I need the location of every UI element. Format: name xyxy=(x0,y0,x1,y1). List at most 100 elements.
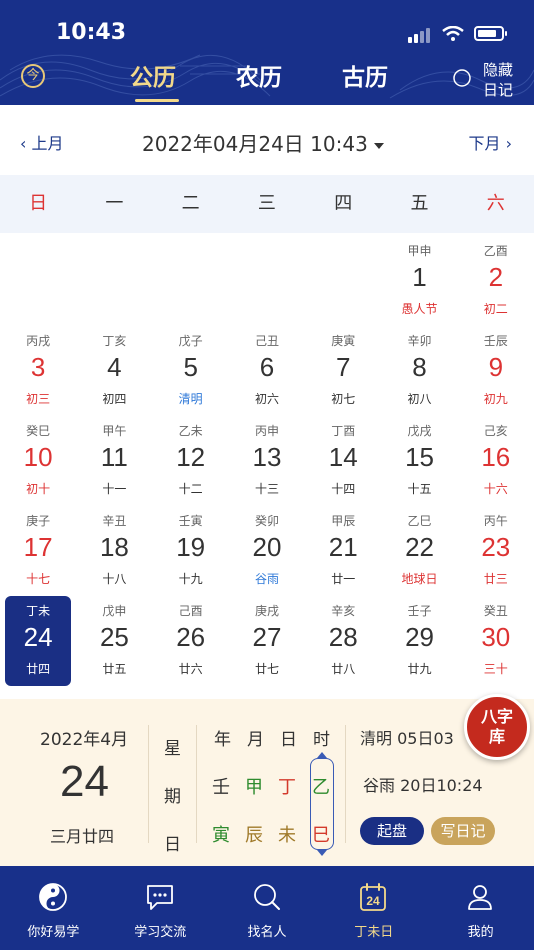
day-number: 19 xyxy=(176,532,206,562)
pillar-stem: 甲 xyxy=(245,777,263,798)
prev-month-label: 上月 xyxy=(31,134,64,153)
today-icon[interactable]: 今 xyxy=(21,64,45,88)
hide-diary-line1: 隐藏 xyxy=(482,61,513,79)
day-lunar: 初六 xyxy=(254,392,279,406)
day-lunar: 初四 xyxy=(102,392,127,406)
bazi-label-1: 八字 xyxy=(480,707,513,726)
day-lunar: 十三 xyxy=(254,482,279,496)
calendar-day-cell[interactable]: 戊戌 15 十五 xyxy=(387,416,453,506)
next-month-label: 下月 xyxy=(468,134,501,153)
day-number: 4 xyxy=(107,352,122,382)
day-ganzhi: 癸卯 xyxy=(254,514,279,528)
calendar-day-cell[interactable]: 癸卯 20 谷雨 xyxy=(234,506,300,596)
day-ganzhi: 庚戌 xyxy=(254,604,279,618)
day-number: 6 xyxy=(259,352,275,382)
day-lunar: 廿四 xyxy=(26,662,51,676)
day-lunar: 廿三 xyxy=(483,572,508,586)
day-ganzhi: 丙戌 xyxy=(26,334,51,348)
calendar-day-cell[interactable]: 庚子 17 十七 xyxy=(5,506,71,596)
day-ganzhi: 壬寅 xyxy=(178,514,203,528)
calendar-day-cell[interactable]: 甲申 1 愚人节 xyxy=(387,236,453,326)
day-lunar: 三十 xyxy=(483,662,508,676)
calendar-day-cell[interactable]: 己酉 26 廿六 xyxy=(158,596,224,686)
status-time: 10:43 xyxy=(56,20,127,45)
day-ganzhi: 辛卯 xyxy=(407,334,432,348)
calendar-day-cell[interactable]: 丙申 13 十三 xyxy=(234,416,300,506)
day-lunar: 廿六 xyxy=(178,662,203,676)
calendar-day-cell[interactable]: 辛丑 18 十八 xyxy=(81,506,147,596)
day-lunar: 十一 xyxy=(102,482,127,496)
weekday-thu: 四 xyxy=(334,193,353,214)
day-lunar: 十七 xyxy=(26,572,51,586)
calendar-day-cell[interactable]: 乙酉 2 初二 xyxy=(463,236,529,326)
yin-yang-icon xyxy=(39,883,67,911)
tab-solar[interactable]: 公历 xyxy=(130,58,176,92)
day-ganzhi: 戊戌 xyxy=(407,424,432,438)
calendar-day-cell[interactable]: 壬子 29 廿九 xyxy=(387,596,453,686)
calendar-day-cell[interactable]: 乙巳 22 地球日 xyxy=(387,506,453,596)
calendar-day-cell[interactable]: 丁酉 14 十四 xyxy=(310,416,376,506)
day-number: 21 xyxy=(328,532,358,562)
tab-lunar[interactable]: 农历 xyxy=(236,58,282,92)
day-ganzhi: 戊申 xyxy=(102,604,127,618)
tab-study-exchange[interactable]: 学习交流 xyxy=(107,866,214,950)
prev-month-button[interactable]: ‹ 上月 xyxy=(20,130,64,154)
wifi-icon xyxy=(442,25,464,41)
day-ganzhi: 乙未 xyxy=(178,424,203,438)
calendar-day-cell[interactable]: 丁亥 4 初四 xyxy=(81,326,147,416)
calendar-day-cell[interactable]: 乙未 12 十二 xyxy=(158,416,224,506)
calendar-day-cell[interactable]: 丙戌 3 初三 xyxy=(5,326,71,416)
day-number: 2 xyxy=(488,262,504,292)
tab-label: 我的 xyxy=(467,925,494,940)
day-lunar: 初二 xyxy=(483,302,508,316)
caret-down-icon xyxy=(373,142,384,149)
day-ganzhi: 甲午 xyxy=(102,424,127,438)
calendar-day-cell[interactable]: 庚寅 7 初七 xyxy=(310,326,376,416)
bottom-tab-bar: 你好易学 学习交流 找名人 24 丁未日 我的 xyxy=(0,866,534,950)
day-info-panel: 2022年4月 24 三月廿四 星 期 日 年 月 日 时 壬寅甲辰丁未乙巳 清… xyxy=(0,699,534,866)
calendar-day-cell[interactable]: 癸丑 30 三十 xyxy=(463,596,529,686)
day-lunar: 愚人节 xyxy=(401,302,438,316)
tab-nihao-yixue[interactable]: 你好易学 xyxy=(0,866,107,950)
tab-ancient[interactable]: 古历 xyxy=(342,58,388,92)
calendar-day-cell[interactable]: 甲辰 21 廿一 xyxy=(310,506,376,596)
qipan-button[interactable]: 起盘 xyxy=(360,817,424,845)
calendar-day-cell[interactable]: 癸巳 10 初十 xyxy=(5,416,71,506)
solar-term-next: 谷雨 20日10:24 xyxy=(363,776,483,795)
next-month-button[interactable]: 下月 › xyxy=(469,130,513,154)
write-diary-button[interactable]: 写日记 xyxy=(431,817,495,845)
calendar-day-cell[interactable]: 辛卯 8 初八 xyxy=(387,326,453,416)
day-number: 16 xyxy=(481,442,511,472)
date-picker[interactable]: 2022年04月24日 10:43 xyxy=(142,128,384,157)
tab-find-celebrity[interactable]: 找名人 xyxy=(214,866,321,950)
day-ganzhi: 己丑 xyxy=(254,334,279,348)
tab-calendar-day[interactable]: 24 丁未日 xyxy=(320,866,427,950)
calendar-day-cell[interactable]: 戊子 5 清明 xyxy=(158,326,224,416)
week-char: 星 xyxy=(164,739,181,759)
calendar-day-cell[interactable]: 庚戌 27 廿七 xyxy=(234,596,300,686)
hide-diary-button[interactable]: 隐藏 日记 xyxy=(483,60,513,100)
bazi-library-button[interactable]: 八字 库 xyxy=(464,694,530,760)
day-number: 12 xyxy=(176,442,206,472)
pillar-stem: 壬 xyxy=(212,777,230,798)
tab-label: 你好易学 xyxy=(27,925,80,940)
pillar-head-hour: 时 xyxy=(313,730,330,750)
calendar-day-cell[interactable]: 戊申 25 廿五 xyxy=(81,596,147,686)
hour-pillar-selector[interactable] xyxy=(310,752,334,856)
calendar-day-cell[interactable]: 辛亥 28 廿八 xyxy=(310,596,376,686)
calendar-day-cell[interactable]: 丙午 23 廿三 xyxy=(463,506,529,596)
day-number: 24 xyxy=(23,622,53,652)
calendar-day-cell[interactable]: 壬辰 9 初九 xyxy=(463,326,529,416)
calendar-day-cell[interactable]: 甲午 11 十一 xyxy=(81,416,147,506)
battery-icon xyxy=(474,26,507,41)
tab-mine[interactable]: 我的 xyxy=(427,866,534,950)
day-ganzhi: 己亥 xyxy=(483,424,508,438)
day-ganzhi: 甲辰 xyxy=(331,514,356,528)
calendar-day-cell[interactable]: 壬寅 19 十九 xyxy=(158,506,224,596)
calendar-day-cell[interactable]: 己丑 6 初六 xyxy=(234,326,300,416)
toggle-circle-icon xyxy=(453,69,471,87)
calendar-day-cell[interactable]: 丁未 24 廿四 xyxy=(5,596,72,686)
calendar-day-cell[interactable]: 己亥 16 十六 xyxy=(463,416,529,506)
day-ganzhi: 壬子 xyxy=(407,604,432,618)
search-icon xyxy=(253,884,280,910)
